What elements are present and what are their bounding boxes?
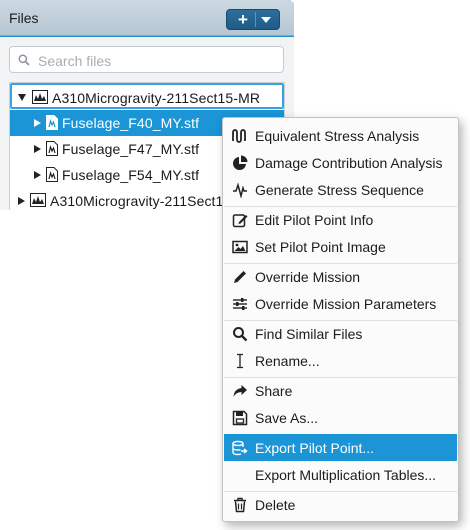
menu-item-set-pilot-point-image[interactable]: Set Pilot Point Image bbox=[224, 233, 457, 260]
share-icon bbox=[233, 385, 247, 397]
edit-icon bbox=[232, 214, 248, 228]
add-file-button[interactable]: + bbox=[232, 10, 254, 29]
wave-icon bbox=[232, 129, 246, 143]
expand-triangle-icon[interactable] bbox=[34, 119, 41, 127]
pencil-icon bbox=[234, 271, 246, 283]
text-cursor-icon bbox=[237, 353, 243, 369]
menu-item-label: Equivalent Stress Analysis bbox=[255, 128, 420, 144]
search-input[interactable] bbox=[36, 50, 280, 71]
menu-item-rename[interactable]: Rename... bbox=[224, 347, 457, 374]
database-export-icon bbox=[232, 440, 248, 456]
tree-folder-label: A310Microgravity-211Sect15-MR bbox=[52, 90, 261, 106]
tree-file-label: Fuselage_F40_MY.stf bbox=[62, 115, 200, 131]
pie-chart-icon bbox=[233, 155, 248, 170]
menu-item-label: Export Pilot Point... bbox=[255, 440, 375, 456]
files-panel-header: Files + bbox=[0, 0, 294, 36]
menu-item-edit-pilot-point-info[interactable]: Edit Pilot Point Info bbox=[224, 206, 457, 233]
menu-item-label: Delete bbox=[255, 497, 296, 513]
file-icon bbox=[46, 167, 58, 182]
chevron-down-icon[interactable] bbox=[261, 17, 271, 23]
search-icon bbox=[233, 327, 248, 342]
menu-item-override-mission[interactable]: Override Mission bbox=[224, 263, 457, 290]
menu-item-equivalent-stress-analysis[interactable]: Equivalent Stress Analysis bbox=[224, 122, 457, 149]
context-menu: Equivalent Stress Analysis Damage Contri… bbox=[222, 117, 459, 522]
file-icon bbox=[46, 141, 58, 156]
image-icon bbox=[232, 240, 248, 254]
add-file-button-group: + bbox=[226, 9, 280, 30]
expand-triangle-icon[interactable] bbox=[18, 94, 26, 101]
expand-triangle-icon[interactable] bbox=[34, 145, 41, 153]
menu-item-label: Override Mission bbox=[255, 269, 361, 285]
menu-item-label: Share bbox=[255, 383, 293, 399]
tree-file-label: Fuselage_F54_MY.stf bbox=[62, 167, 200, 183]
search-field[interactable] bbox=[9, 46, 284, 73]
menu-item-label: Edit Pilot Point Info bbox=[255, 212, 374, 228]
menu-item-save-as[interactable]: Save As... bbox=[224, 404, 457, 431]
trash-icon bbox=[234, 497, 246, 513]
tree-folder-row[interactable]: A310Microgravity-211Sect15-MR bbox=[10, 83, 284, 109]
menu-item-label: Generate Stress Sequence bbox=[255, 182, 424, 198]
mission-chart-icon bbox=[32, 90, 48, 104]
expand-triangle-icon[interactable] bbox=[34, 171, 41, 179]
menu-item-label: Rename... bbox=[255, 353, 320, 369]
button-divider bbox=[255, 12, 256, 27]
menu-item-override-mission-parameters[interactable]: Override Mission Parameters bbox=[224, 290, 457, 317]
save-icon bbox=[232, 410, 248, 426]
menu-item-damage-contribution-analysis[interactable]: Damage Contribution Analysis bbox=[224, 149, 457, 176]
menu-item-generate-stress-sequence[interactable]: Generate Stress Sequence bbox=[224, 176, 457, 203]
menu-item-share[interactable]: Share bbox=[224, 377, 457, 404]
file-icon bbox=[46, 115, 58, 130]
mission-chart-icon bbox=[30, 193, 46, 207]
menu-item-export-pilot-point[interactable]: Export Pilot Point... bbox=[224, 434, 457, 461]
menu-item-export-multiplication-tables[interactable]: Export Multiplication Tables... bbox=[224, 461, 457, 488]
menu-item-label: Damage Contribution Analysis bbox=[255, 155, 443, 171]
menu-item-label: Save As... bbox=[255, 410, 319, 426]
menu-item-delete[interactable]: Delete bbox=[224, 491, 457, 518]
expand-triangle-icon[interactable] bbox=[18, 197, 25, 205]
menu-item-label: Set Pilot Point Image bbox=[255, 239, 386, 255]
pulse-icon bbox=[233, 182, 247, 198]
sliders-icon bbox=[233, 298, 247, 310]
tree-folder-label: A310Microgravity-211Sect15 bbox=[50, 193, 232, 209]
panel-title: Files bbox=[9, 10, 39, 26]
tree-file-label: Fuselage_F47_MY.stf bbox=[62, 141, 200, 157]
menu-item-label: Find Similar Files bbox=[255, 326, 363, 342]
search-icon bbox=[18, 54, 30, 66]
menu-item-label: Export Multiplication Tables... bbox=[255, 467, 437, 483]
menu-item-find-similar-files[interactable]: Find Similar Files bbox=[224, 320, 457, 347]
menu-item-label: Override Mission Parameters bbox=[255, 296, 437, 312]
